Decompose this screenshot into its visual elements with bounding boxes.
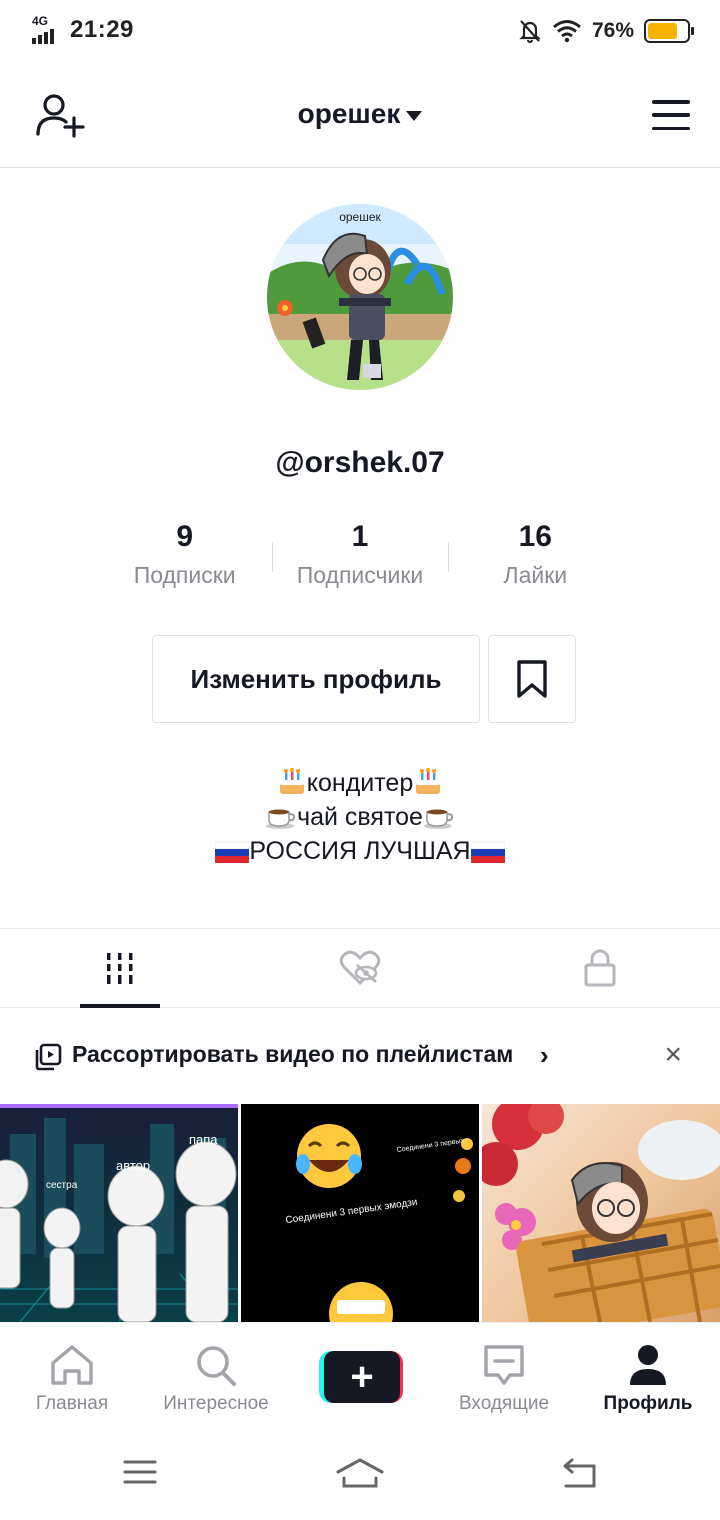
- hidden-likes-icon: [339, 950, 381, 986]
- thumbnail-caption-text: Соединени 3 первых: [396, 1138, 465, 1154]
- account-name: орешек: [297, 98, 401, 129]
- video-thumbnail[interactable]: [482, 1104, 720, 1322]
- home-icon: [51, 1345, 93, 1385]
- bio-text: чай святое: [297, 803, 423, 831]
- playlist-icon: [35, 1043, 62, 1071]
- thumbnail-label: папа: [189, 1132, 218, 1147]
- profile-stats: 9 Подписки 1 Подписчики 16 Лайки: [97, 518, 623, 598]
- thumbnail-image: [482, 1104, 720, 1322]
- playlist-banner-text: Рассортировать видео по плейлистам: [72, 1041, 514, 1067]
- plus-icon: +: [319, 1351, 403, 1403]
- tab-videos[interactable]: [0, 929, 240, 1008]
- wifi-icon: [553, 20, 581, 43]
- nav-create[interactable]: +: [288, 1323, 432, 1422]
- content-tabs: [0, 928, 720, 1008]
- profile-icon: [630, 1345, 666, 1385]
- video-grid-icon: [107, 953, 133, 984]
- battery-percent: 76%: [591, 19, 634, 42]
- nav-discover[interactable]: Интересное: [144, 1323, 288, 1422]
- nav-inbox[interactable]: Входящие: [432, 1323, 576, 1422]
- close-icon[interactable]: ×: [664, 1038, 682, 1072]
- video-thumbnail[interactable]: папа автор сестра: [0, 1104, 238, 1322]
- playlist-banner[interactable]: Рассортировать видео по плейлистам › ×: [0, 1008, 720, 1104]
- bio-line: РОССИЯ ЛУЧШАЯ: [0, 834, 720, 868]
- video-thumbnail[interactable]: Соединени 3 первых Соединени 3 первых эм…: [241, 1104, 479, 1322]
- stat-label: Лайки: [503, 562, 568, 588]
- system-navigation-bar: [0, 1422, 720, 1520]
- nav-label: Интересное: [163, 1393, 269, 1414]
- nav-label: Профиль: [603, 1393, 693, 1414]
- recent-apps-icon[interactable]: [122, 1458, 158, 1486]
- back-icon[interactable]: [560, 1458, 598, 1488]
- clock: 21:29: [70, 16, 134, 43]
- home-button-icon[interactable]: [336, 1458, 384, 1488]
- bottom-navigation: Главная Интересное + Входящие Профиль: [0, 1322, 720, 1422]
- nav-label: Входящие: [458, 1393, 550, 1414]
- bio-text: РОССИЯ ЛУЧШАЯ: [249, 837, 471, 865]
- signal-icon: 4G: [32, 14, 62, 44]
- muted-bell-icon: [519, 20, 541, 43]
- stat-followers[interactable]: 1 Подписчики: [272, 518, 447, 598]
- bio-text: кондитер: [306, 769, 414, 797]
- stat-label: Подписки: [133, 562, 236, 588]
- menu-icon[interactable]: [652, 100, 690, 130]
- thumbnail-label: автор: [116, 1158, 151, 1173]
- video-grid: папа автор сестра Соединени 3 первых Сое…: [0, 1104, 720, 1322]
- stat-value: 1: [351, 520, 369, 553]
- avatar-image: [267, 204, 453, 390]
- stat-following[interactable]: 9 Подписки: [97, 518, 272, 598]
- stat-value: 16: [518, 520, 552, 553]
- status-bar: 4G 21:29 76%: [0, 0, 720, 66]
- nav-label: Главная: [35, 1393, 109, 1414]
- stat-label: Подписчики: [296, 562, 424, 588]
- russia-flag-icon: [470, 841, 505, 863]
- birthday-cake-icon: [416, 768, 441, 794]
- russia-flag-icon: [215, 841, 250, 863]
- stat-value: 9: [176, 520, 193, 553]
- hot-beverage-icon: [266, 809, 296, 829]
- lock-icon: [584, 949, 616, 987]
- bio-line: кондитер: [0, 766, 720, 800]
- bookmark-icon: [517, 660, 547, 698]
- hot-beverage-icon: [423, 809, 454, 829]
- chevron-right-icon: ›: [540, 1040, 549, 1070]
- search-icon: [197, 1346, 236, 1386]
- nav-profile[interactable]: Профиль: [576, 1323, 720, 1422]
- profile-bio: кондитер чай святое РОССИЯ ЛУЧШАЯ: [0, 766, 720, 868]
- caret-down-icon: [406, 110, 423, 121]
- avatar[interactable]: орешек: [267, 204, 453, 390]
- birthday-cake-icon: [279, 768, 304, 794]
- inbox-icon: [484, 1345, 524, 1385]
- tab-liked[interactable]: [240, 929, 480, 1007]
- thumbnail-label: сестра: [46, 1180, 78, 1191]
- stat-likes[interactable]: 16 Лайки: [447, 518, 623, 598]
- profile-header: орешек: [0, 66, 720, 168]
- network-type: 4G: [32, 14, 49, 28]
- avatar-caption: орешек: [339, 210, 381, 224]
- tab-private[interactable]: [480, 929, 720, 1007]
- nav-home[interactable]: Главная: [0, 1323, 144, 1422]
- bio-line: чай святое: [0, 800, 720, 834]
- account-switcher[interactable]: орешек: [0, 98, 720, 130]
- favorites-button[interactable]: [488, 635, 576, 723]
- battery-icon: [644, 19, 694, 43]
- username: @orshek.07: [275, 446, 445, 479]
- edit-profile-button[interactable]: Изменить профиль: [152, 635, 480, 723]
